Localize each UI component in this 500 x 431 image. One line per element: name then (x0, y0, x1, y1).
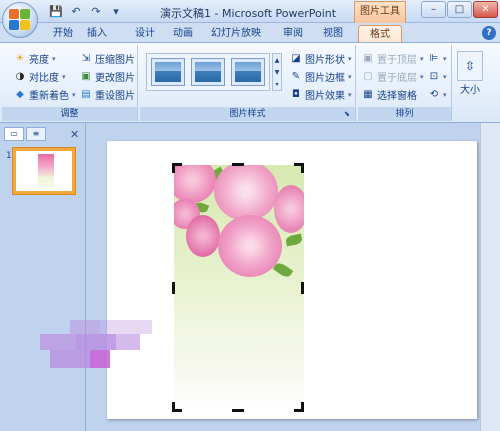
ribbon: ☀ 亮度 ▾ ◑ 对比度 ▾ ◆ 重新着色 ▾ ⇲ 压缩图片 ▣ 更改图片 ▤ 重设图… (0, 42, 500, 123)
crop-handle[interactable] (232, 409, 244, 412)
blossom-flower (274, 185, 304, 233)
size-label: 大小 (460, 85, 480, 96)
blossom-flower (186, 215, 220, 257)
slide-pane: ▭ ≡ ✕ 1 (0, 123, 86, 431)
align-button[interactable]: ⊫ ▾ (428, 51, 447, 66)
close-button[interactable]: ✕ (473, 1, 498, 18)
picture-shape-button[interactable]: ◪ 图片形状 ▾ (290, 51, 351, 66)
slides-tab[interactable]: ▭ (4, 127, 24, 141)
group-objects-button[interactable]: ⊡ ▾ (428, 69, 447, 84)
tab-insert[interactable]: 插入 (82, 25, 112, 42)
redo-icon[interactable]: ↷ (88, 4, 104, 19)
office-logo-icon (9, 9, 31, 31)
send-to-back-button[interactable]: ▢ 置于底层 ▾ (362, 69, 423, 84)
title-bar: 💾 ↶ ↷ ▾ 演示文稿1 - Microsoft PowerPoint 图片工… (0, 0, 500, 38)
recolor-button[interactable]: ◆ 重新着色 ▾ (14, 87, 75, 102)
blossom-flower (174, 165, 216, 203)
blossom-picture[interactable] (174, 165, 304, 410)
outline-tab[interactable]: ≡ (26, 127, 46, 141)
customize-qat-icon[interactable]: ▾ (108, 4, 124, 19)
bring-front-icon: ▣ (363, 53, 373, 64)
change-picture-button[interactable]: ▣ 更改图片 (80, 69, 135, 84)
leaf-shape (285, 233, 303, 247)
save-icon[interactable]: 💾 (48, 4, 64, 19)
group-adjust: ☀ 亮度 ▾ ◑ 对比度 ▾ ◆ 重新着色 ▾ ⇲ 压缩图片 ▣ 更改图片 ▤ 重设图… (2, 45, 138, 121)
picture-tools-title: 图片工具 (354, 1, 406, 23)
picture-border-button[interactable]: ✎ 图片边框 ▾ (290, 69, 352, 84)
picture-style-gallery (146, 53, 270, 91)
contrast-icon: ◑ (15, 71, 25, 82)
pane-tabs: ▭ ≡ (4, 127, 46, 141)
reset-picture-icon: ▤ (81, 89, 91, 100)
picture-shape-icon: ◪ (291, 53, 301, 64)
group-adjust-label: 调整 (2, 107, 137, 121)
crop-handle[interactable] (301, 163, 304, 173)
tab-format[interactable]: 格式 (358, 25, 402, 42)
group-picture-styles-label: 图片样式 (140, 107, 355, 121)
tab-home[interactable]: 开始 (48, 25, 78, 42)
change-picture-icon: ▣ (81, 71, 91, 82)
slide-thumbnail[interactable] (12, 147, 76, 195)
picture-border-icon: ✎ (291, 71, 301, 82)
group-arrange-label: 排列 (358, 107, 451, 121)
help-icon[interactable]: ? (482, 26, 496, 40)
pixel-watermark (40, 320, 152, 372)
crop-handle[interactable] (172, 409, 182, 412)
crop-handle[interactable] (232, 163, 244, 166)
picture-style-option[interactable] (191, 58, 225, 86)
crop-handle[interactable] (172, 163, 175, 173)
vertical-scrollbar[interactable] (480, 123, 500, 431)
rotate-button[interactable]: ⟲ ▾ (428, 87, 447, 102)
undo-icon[interactable]: ↶ (68, 4, 84, 19)
picture-style-option[interactable] (231, 58, 265, 86)
size-button[interactable]: ⇳ (457, 51, 483, 81)
align-icon: ⊫ (429, 53, 439, 64)
compress-pictures-button[interactable]: ⇲ 压缩图片 (80, 51, 135, 66)
reset-picture-button[interactable]: ▤ 重设图片 (80, 87, 135, 102)
office-button[interactable] (2, 2, 38, 38)
selection-pane-icon: ▦ (363, 89, 373, 100)
group-arrange: ▣ 置于顶层 ▾ ▢ 置于底层 ▾ ▦ 选择窗格 ⊫ ▾ ⊡ ▾ ⟲ ▾ 排列 (358, 45, 452, 121)
recolor-icon: ◆ (16, 89, 24, 100)
tab-design[interactable]: 设计 (130, 25, 160, 42)
crop-handle[interactable] (301, 282, 304, 294)
gallery-scroll[interactable]: ▲ ▼ ▾ (272, 53, 282, 91)
bring-to-front-button[interactable]: ▣ 置于顶层 ▾ (362, 51, 423, 66)
close-pane-icon[interactable]: ✕ (70, 128, 79, 141)
slide-number: 1 (6, 151, 12, 161)
picture-styles-launcher-icon[interactable]: ⬊ (344, 110, 353, 119)
gallery-more-icon[interactable]: ▾ (275, 81, 278, 88)
selection-pane-button[interactable]: ▦ 选择窗格 (362, 87, 417, 102)
picture-effects-icon: ◘ (292, 89, 300, 100)
scroll-down-icon[interactable]: ▼ (275, 69, 280, 76)
blossom-flower (214, 165, 278, 221)
scroll-up-icon[interactable]: ▲ (275, 57, 280, 64)
rotate-icon: ⟲ (429, 89, 439, 100)
crop-handle[interactable] (172, 282, 175, 294)
size-icon: ⇳ (464, 59, 476, 73)
window-controls: – □ ✕ (421, 1, 498, 18)
picture-style-option[interactable] (151, 58, 185, 86)
tab-animations[interactable]: 动画 (168, 25, 198, 42)
group-icon: ⊡ (429, 71, 439, 82)
minimize-button[interactable]: – (421, 1, 446, 18)
brightness-icon: ☀ (15, 53, 25, 64)
tab-review[interactable]: 审阅 (278, 25, 308, 42)
brightness-button[interactable]: ☀ 亮度 ▾ (14, 51, 56, 66)
tab-view[interactable]: 视图 (318, 25, 348, 42)
compress-icon: ⇲ (81, 53, 91, 64)
blossom-flower (218, 215, 282, 277)
quick-access-toolbar: 💾 ↶ ↷ ▾ (48, 4, 124, 19)
send-back-icon: ▢ (363, 71, 373, 82)
maximize-button[interactable]: □ (447, 1, 472, 18)
contrast-button[interactable]: ◑ 对比度 ▾ (14, 69, 66, 84)
tab-slideshow[interactable]: 幻灯片放映 (206, 25, 266, 42)
crop-handle[interactable] (301, 402, 304, 412)
picture-effects-button[interactable]: ◘ 图片效果 ▾ (290, 87, 351, 102)
window-title: 演示文稿1 - Microsoft PowerPoint (160, 7, 337, 20)
slide-thumbnail-picture (38, 154, 54, 188)
ribbon-tabs: 开始 插入 设计 动画 幻灯片放映 审阅 视图 格式 ? (0, 23, 500, 42)
